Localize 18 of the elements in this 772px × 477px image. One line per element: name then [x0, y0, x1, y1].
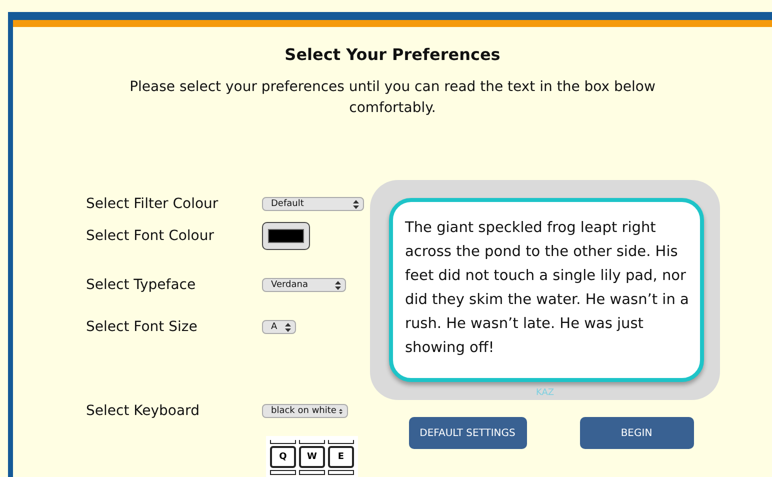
keyboard-key: W [299, 446, 325, 468]
begin-button[interactable]: BEGIN [580, 417, 694, 449]
setting-label: Select Font Colour [86, 228, 215, 244]
dropdown[interactable]: black on white [262, 404, 348, 418]
setting-label: Select Keyboard [86, 403, 200, 419]
keyboard-key: E [328, 446, 354, 468]
dropdown[interactable]: Verdana [262, 278, 346, 292]
instructions-text: Please select your preferences until you can read the text in the box below comfortably. [128, 78, 656, 118]
setting-label: Select Typeface [86, 277, 197, 293]
keyboard-key: Q [270, 446, 296, 468]
page-title: Select Your Preferences [284, 45, 502, 64]
default-settings-button[interactable]: DEFAULT SETTINGS [408, 417, 526, 449]
credit-text: KAZ [536, 388, 554, 398]
sample-text: The giant speckled frog leapt right across the pond to the other side. His feet did not touch a single lily pad, nor did they skim the water. He wasn’t in a rush. He wasn’t late. He was just showing off! [389, 198, 704, 382]
setting-label: Select Filter Colour [86, 196, 220, 212]
dropdown[interactable]: A [262, 320, 296, 334]
setting-label: Select Font Size [86, 319, 198, 335]
dropdown[interactable]: Default [262, 197, 364, 211]
